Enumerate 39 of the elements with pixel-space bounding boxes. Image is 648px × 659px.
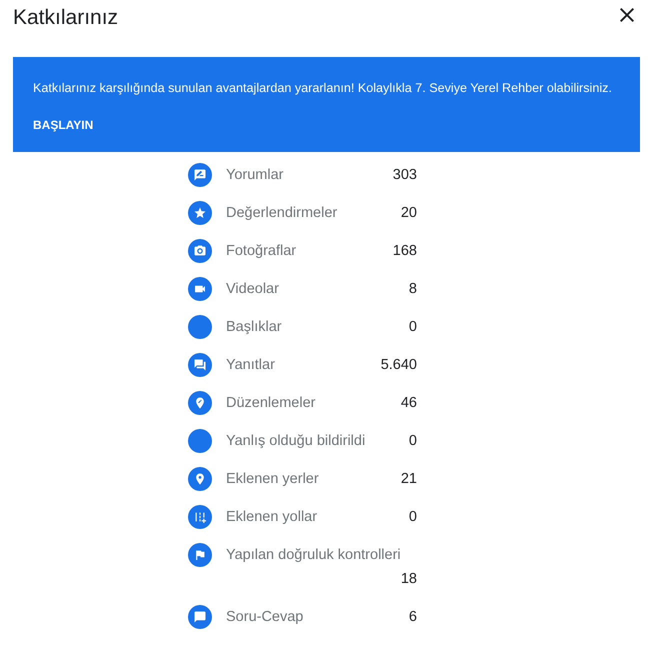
close-icon [620,8,634,22]
stat-value: 18 [400,570,417,589]
stat-label: Düzenlemeler [226,394,316,413]
stat-label: Yorumlar [226,166,284,185]
dialog-title: Katkılarınız [13,5,118,31]
speech-bubble-pencil-icon [188,163,212,187]
stat-value: 0 [408,508,417,527]
stat-value: 0 [408,318,417,337]
pin-pencil-icon [188,391,212,415]
stat-label: Eklenen yollar [226,508,318,527]
stat-label: Yanıtlar [226,356,275,375]
stat-label: Başlıklar [226,318,282,337]
speech-bubble-icon [188,605,212,629]
chat-bubbles-icon [188,353,212,377]
road-plus-icon [188,505,212,529]
banner-text: Katkılarınız karşılığında sunulan avantajlardan yararlanın! Kolaylıkla 7. Seviye Yerel Rehber olabilirsiniz. [33,80,612,96]
stat-value: 0 [408,432,417,451]
stat-value: 6 [408,608,417,627]
stat-label: Yapılan doğruluk kontrolleri [226,546,401,565]
circle-icon [188,315,212,339]
start-link[interactable]: BAŞLAYIN [33,117,94,133]
flag-icon [188,543,212,567]
stat-value: 303 [392,166,417,185]
stat-label: Soru-Cevap [226,608,304,627]
video-camera-icon [188,277,212,301]
stat-value: 20 [400,204,417,223]
stat-label: Değerlendirmeler [226,204,338,223]
stat-value: 168 [392,242,417,261]
stat-label: Yanlış olduğu bildirildi [226,432,366,451]
stat-label: Fotoğraflar [226,242,296,261]
camera-icon [188,239,212,263]
stat-value: 5.640 [380,356,417,375]
stat-value: 21 [400,470,417,489]
stat-value: 8 [408,280,417,299]
stat-value: 46 [400,394,417,413]
map-pin-icon [188,467,212,491]
stat-label: Eklenen yerler [226,470,319,489]
circle-icon [188,429,212,453]
stat-label: Videolar [226,280,279,299]
